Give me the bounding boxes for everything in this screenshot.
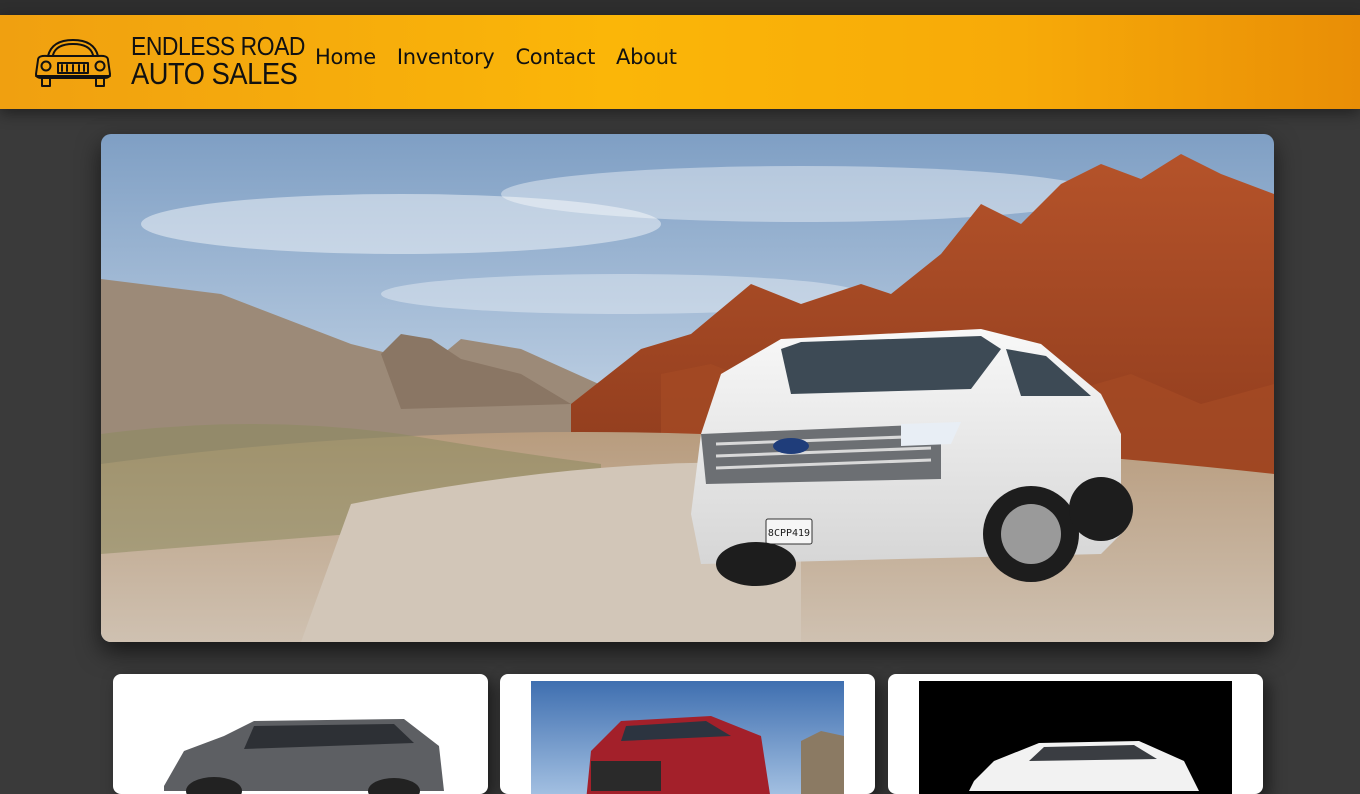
vintage-car-icon[interactable] bbox=[34, 34, 112, 90]
inventory-card[interactable] bbox=[888, 674, 1263, 794]
hero-photo-white-suv-in-desert: 8CPP419 bbox=[101, 134, 1274, 642]
brand-name[interactable]: ENDLESS ROAD AUTO SALES bbox=[131, 33, 305, 91]
nav-inventory[interactable]: Inventory bbox=[397, 45, 495, 69]
inventory-card[interactable] bbox=[113, 674, 488, 794]
brand-line-2: AUTO SALES bbox=[131, 56, 298, 91]
suv-vehicle: 8CPP419 bbox=[691, 329, 1133, 586]
vehicle-image bbox=[144, 681, 457, 794]
vehicle-image bbox=[531, 681, 844, 794]
vehicle-image bbox=[919, 681, 1232, 794]
nav-contact[interactable]: Contact bbox=[515, 45, 595, 69]
nav-about[interactable]: About bbox=[616, 45, 677, 69]
inventory-card[interactable] bbox=[500, 674, 875, 794]
main-nav: Home Inventory Contact About bbox=[315, 45, 677, 69]
license-plate: 8CPP419 bbox=[768, 528, 810, 539]
nav-home[interactable]: Home bbox=[315, 45, 376, 69]
hero-image: 8CPP419 bbox=[101, 134, 1274, 642]
site-header: ENDLESS ROAD AUTO SALES Home Inventory C… bbox=[0, 15, 1360, 109]
top-strip bbox=[0, 0, 1360, 15]
